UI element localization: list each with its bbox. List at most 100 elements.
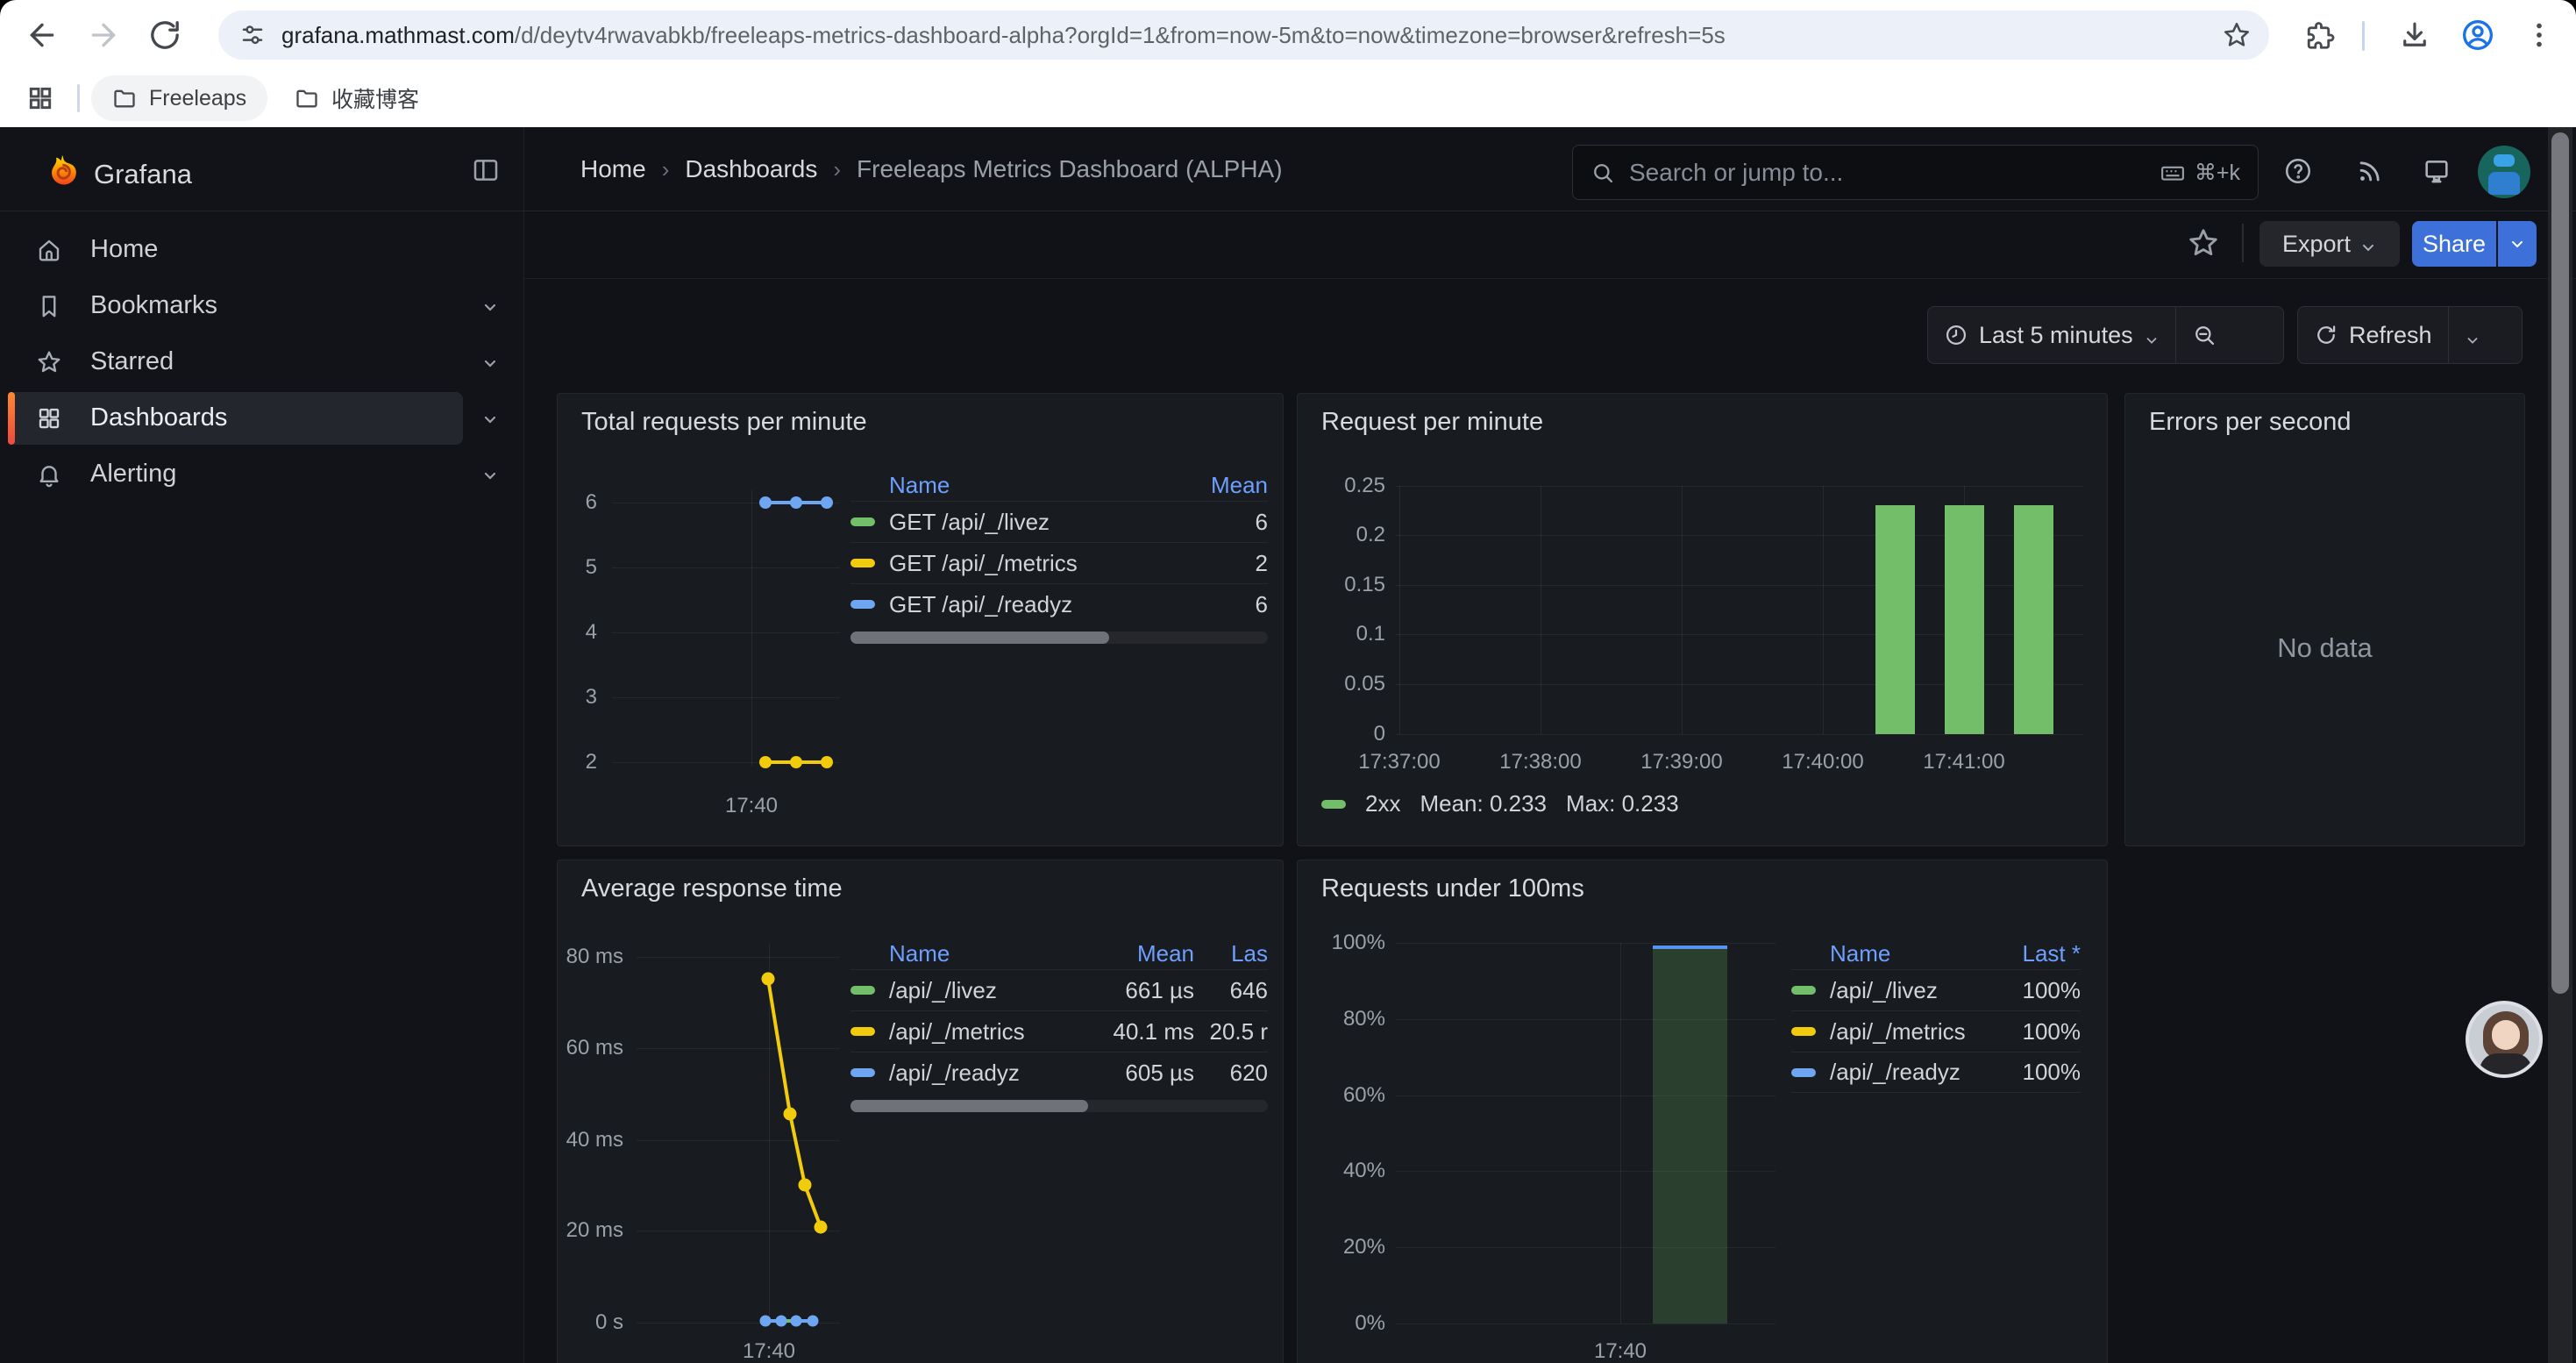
bookmark-star-button[interactable] xyxy=(2222,20,2252,50)
legend-row[interactable]: GET /api/_/readyz 6 xyxy=(850,583,1268,624)
sidebar-toggle-icon[interactable] xyxy=(472,156,500,184)
legend-row[interactable]: /api/_/livez 661 µs 646 xyxy=(850,969,1268,1010)
sidebar-item-alerting[interactable]: Alerting xyxy=(0,446,524,503)
breadcrumb-separator: › xyxy=(833,156,841,183)
legend-series-name[interactable]: /api/_/readyz xyxy=(889,1060,1063,1087)
legend-series-name[interactable]: /api/_/livez xyxy=(889,977,1063,1004)
refresh-control: Refresh xyxy=(2297,306,2523,364)
sidebar-item-bookmarks[interactable]: Bookmarks xyxy=(0,278,524,334)
legend-series-name[interactable]: GET /api/_/livez xyxy=(889,509,1180,536)
breadcrumb-home[interactable]: Home xyxy=(580,155,646,183)
apps-grid-icon[interactable] xyxy=(26,84,54,112)
floating-assistant-avatar[interactable] xyxy=(2466,1001,2543,1078)
legend-header-mean[interactable]: Mean xyxy=(1180,472,1268,499)
gridline-v xyxy=(1682,486,1683,734)
legend-header-last[interactable]: Las xyxy=(1194,940,1268,967)
legend-series-name[interactable]: /api/_/metrics xyxy=(1830,1018,1984,1045)
series-swatch-blue xyxy=(850,1068,875,1077)
legend-series-name[interactable]: /api/_/livez xyxy=(1830,977,1984,1004)
chevron-down-icon[interactable] xyxy=(480,296,501,318)
legend-mean-value: 661 µs xyxy=(1063,977,1194,1004)
chevron-down-icon[interactable] xyxy=(480,353,501,374)
share-menu-button[interactable] xyxy=(2498,221,2537,267)
legend-header-last[interactable]: Last * xyxy=(1984,940,2081,967)
user-avatar[interactable] xyxy=(2478,146,2530,198)
sidebar-item-dashboards[interactable]: Dashboards xyxy=(0,390,524,446)
avatar-body xyxy=(2480,1053,2532,1078)
panel-total-requests-per-minute: Total requests per minute 6 5 4 3 2 17:4… xyxy=(557,393,1284,846)
page-scrollbar-thumb[interactable] xyxy=(2551,132,2569,994)
legend-hscrollbar[interactable] xyxy=(850,632,1268,644)
sidebar-item-label: Dashboards xyxy=(90,403,227,432)
panel-title[interactable]: Errors per second xyxy=(2149,408,2352,437)
share-button[interactable]: Share xyxy=(2412,221,2496,267)
search-bar[interactable]: ⌘+k xyxy=(1572,145,2259,200)
browser-menu-button[interactable] xyxy=(2523,19,2555,51)
back-button[interactable] xyxy=(25,18,60,53)
legend-row[interactable]: GET /api/_/metrics 2 xyxy=(850,542,1268,583)
legend-row[interactable]: /api/_/metrics 100% xyxy=(1791,1010,2081,1052)
export-button[interactable]: Export xyxy=(2259,221,2400,267)
scrollbar-thumb[interactable] xyxy=(850,1100,1088,1112)
series-swatch-yellow xyxy=(850,1027,875,1036)
legend-series-name[interactable]: GET /api/_/readyz xyxy=(889,591,1180,618)
legend-row[interactable]: /api/_/readyz 100% xyxy=(1791,1052,2081,1093)
kiosk-monitor-icon[interactable] xyxy=(2422,156,2451,186)
legend-header-mean[interactable]: Mean xyxy=(1063,940,1194,967)
gridline-h xyxy=(1396,943,1775,944)
search-input[interactable] xyxy=(1629,159,2160,187)
bookmark-folder-blogs[interactable]: 收藏博客 xyxy=(274,75,440,121)
legend-header-name[interactable]: Name xyxy=(1830,940,1984,967)
avatar-figure-body xyxy=(2488,172,2520,195)
forward-button[interactable] xyxy=(86,18,121,53)
reload-button[interactable] xyxy=(147,18,182,53)
breadcrumb-dashboards[interactable]: Dashboards xyxy=(685,155,817,183)
y-tick: 0 xyxy=(1306,721,1385,747)
legend-inline[interactable]: 2xx Mean: 0.233 Max: 0.233 xyxy=(1321,790,1679,817)
bookmark-folder-freeleaps[interactable]: Freeleaps xyxy=(91,75,267,121)
legend-series-name[interactable]: GET /api/_/metrics xyxy=(889,550,1180,577)
legend-row[interactable]: /api/_/metrics 40.1 ms 20.5 r xyxy=(850,1010,1268,1052)
favorite-dashboard-star-icon[interactable] xyxy=(2187,226,2220,260)
legend-row[interactable]: GET /api/_/livez 6 xyxy=(850,501,1268,542)
gridline-v xyxy=(1399,486,1400,734)
scrollbar-thumb[interactable] xyxy=(850,632,1109,644)
panel-title[interactable]: Request per minute xyxy=(1321,408,1543,437)
legend-series-name[interactable]: 2xx xyxy=(1365,790,1400,817)
y-tick: 0% xyxy=(1306,1310,1385,1337)
series-swatch-blue xyxy=(850,600,875,609)
sidebar-item-home[interactable]: Home xyxy=(0,222,524,278)
y-tick: 100% xyxy=(1306,930,1385,956)
profile-button[interactable] xyxy=(2460,18,2495,53)
chevron-down-icon[interactable] xyxy=(480,465,501,486)
sidebar-item-label: Home xyxy=(90,235,158,264)
grafana-logo-icon[interactable] xyxy=(43,152,82,190)
news-rss-icon[interactable] xyxy=(2355,156,2385,186)
legend-series-name[interactable]: /api/_/readyz xyxy=(1830,1059,1984,1086)
sidebar-item-label: Alerting xyxy=(90,460,176,489)
url-bar[interactable]: grafana.mathmast.com/d/deytv4rwavabkb/fr… xyxy=(218,11,2269,60)
site-settings-icon[interactable] xyxy=(239,22,266,48)
help-icon[interactable] xyxy=(2283,156,2313,186)
extensions-button[interactable] xyxy=(2304,19,2336,51)
legend-mean: Mean: 0.233 xyxy=(1420,790,1547,817)
sidebar-item-starred[interactable]: Starred xyxy=(0,334,524,390)
bookmark-label: Freeleaps xyxy=(149,86,246,111)
downloads-button[interactable] xyxy=(2399,19,2430,51)
time-range-picker[interactable]: Last 5 minutes xyxy=(1928,307,2175,363)
chevron-down-icon[interactable] xyxy=(480,409,501,430)
legend-row[interactable]: /api/_/readyz 605 µs 620 xyxy=(850,1052,1268,1093)
legend-row[interactable]: /api/_/livez 100% xyxy=(1791,969,2081,1010)
legend-header-name[interactable]: Name xyxy=(889,940,1063,967)
legend-hscrollbar[interactable] xyxy=(850,1100,1268,1112)
legend-header-name[interactable]: Name xyxy=(889,472,1180,499)
series-swatch-green xyxy=(1321,800,1346,809)
refresh-button[interactable]: Refresh xyxy=(2298,307,2448,363)
legend-series-name[interactable]: /api/_/metrics xyxy=(889,1018,1063,1045)
refresh-interval-button[interactable] xyxy=(2449,307,2496,363)
bar-2xx xyxy=(2014,505,2053,734)
x-tick: 17:39:00 xyxy=(1616,749,1747,775)
grafana-brand[interactable]: Grafana xyxy=(94,159,192,190)
panel-title[interactable]: Requests under 100ms xyxy=(1321,874,1584,903)
zoom-out-button[interactable] xyxy=(2176,307,2232,363)
